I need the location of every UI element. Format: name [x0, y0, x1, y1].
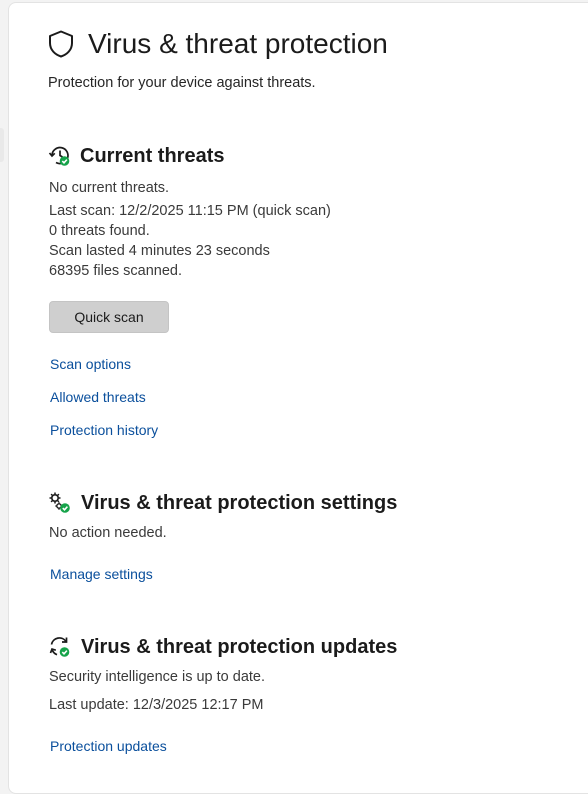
protection-updates-link[interactable]: Protection updates: [50, 738, 167, 754]
refresh-check-icon: [48, 635, 72, 659]
nav-edge-tab: [0, 128, 4, 162]
updates-status-text: Security intelligence is up to date.: [49, 669, 266, 685]
current-threats-title: Current threats: [80, 145, 225, 167]
protection-updates-title: Virus & threat protection updates: [81, 636, 398, 658]
protection-settings-title: Virus & threat protection settings: [81, 492, 398, 514]
last-update-text: Last update: 12/3/2025 12:17 PM: [49, 697, 264, 713]
manage-settings-link[interactable]: Manage settings: [50, 566, 153, 582]
threats-status-text: No current threats.: [49, 180, 170, 196]
settings-status-text: No action needed.: [49, 525, 167, 541]
shield-icon: [48, 30, 74, 58]
threats-found-text: 0 threats found.: [49, 223, 150, 239]
files-scanned-text: 68395 files scanned.: [49, 263, 183, 279]
scan-duration-text: Scan lasted 4 minutes 23 seconds: [49, 243, 270, 259]
last-scan-text: Last scan: 12/2/2025 11:15 PM (quick sca…: [49, 203, 331, 219]
allowed-threats-link[interactable]: Allowed threats: [50, 389, 146, 405]
page-subtitle: Protection for your device against threa…: [48, 75, 316, 91]
scan-options-link[interactable]: Scan options: [50, 356, 131, 372]
gears-check-icon: [48, 491, 72, 515]
page-title: Virus & threat protection: [88, 28, 388, 59]
protection-history-link[interactable]: Protection history: [50, 422, 158, 438]
history-check-icon: [48, 144, 72, 168]
quick-scan-button[interactable]: Quick scan: [49, 301, 169, 333]
